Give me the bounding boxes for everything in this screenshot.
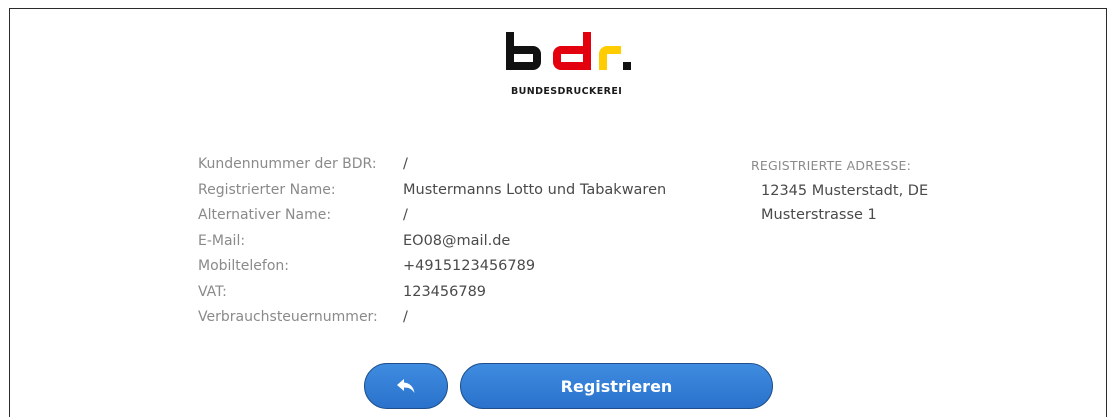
address-line-2: Musterstrasse 1 [761,207,877,223]
detail-value: Mustermanns Lotto und Tabakwaren [403,181,667,198]
detail-label: Alternativer Name: [198,207,332,223]
detail-row-mobile: Mobiltelefon: +4915123456789 [198,258,666,284]
logo-wordmark: BUNDESDRUCKEREI [511,86,623,97]
detail-row-registered-name: Registrierter Name: Mustermanns Lotto un… [198,182,666,208]
detail-value: / [403,156,408,172]
detail-label: Kundennummer der BDR: [198,156,377,172]
bdr-logo: BUNDESDRUCKEREI [503,30,643,100]
reply-arrow-icon [397,379,415,393]
address-line-1: 12345 Musterstadt, DE [761,183,929,199]
detail-label: E-Mail: [198,232,246,249]
detail-row-alternative-name: Alternativer Name: / [198,207,666,233]
detail-label: Verbrauchsteuernummer: [198,309,378,325]
address-heading: REGISTRIERTE ADRESSE: [751,158,912,173]
detail-row-customer-number: Kundennummer der BDR: / [198,156,666,182]
register-button[interactable]: Registrieren [460,363,773,409]
detail-value: / [403,207,408,223]
detail-row-vat: VAT: 123456789 [198,284,666,310]
customer-details: Kundennummer der BDR: / Registrierter Na… [198,156,666,335]
detail-row-email: E-Mail: EO08@mail.de [198,233,666,259]
registered-address: REGISTRIERTE ADRESSE: 12345 Musterstadt,… [751,158,928,223]
detail-label: Mobiltelefon: [198,258,289,274]
detail-value: EO08@mail.de [403,232,511,249]
detail-value: 123456789 [403,283,487,300]
detail-value: / [403,309,408,325]
detail-label: Registrierter Name: [198,181,336,198]
back-button[interactable] [364,363,448,409]
detail-row-excise-number: Verbrauchsteuernummer: / [198,309,666,335]
detail-label: VAT: [198,283,227,300]
bdr-logo-mark [506,32,631,70]
detail-value: +4915123456789 [403,258,536,274]
